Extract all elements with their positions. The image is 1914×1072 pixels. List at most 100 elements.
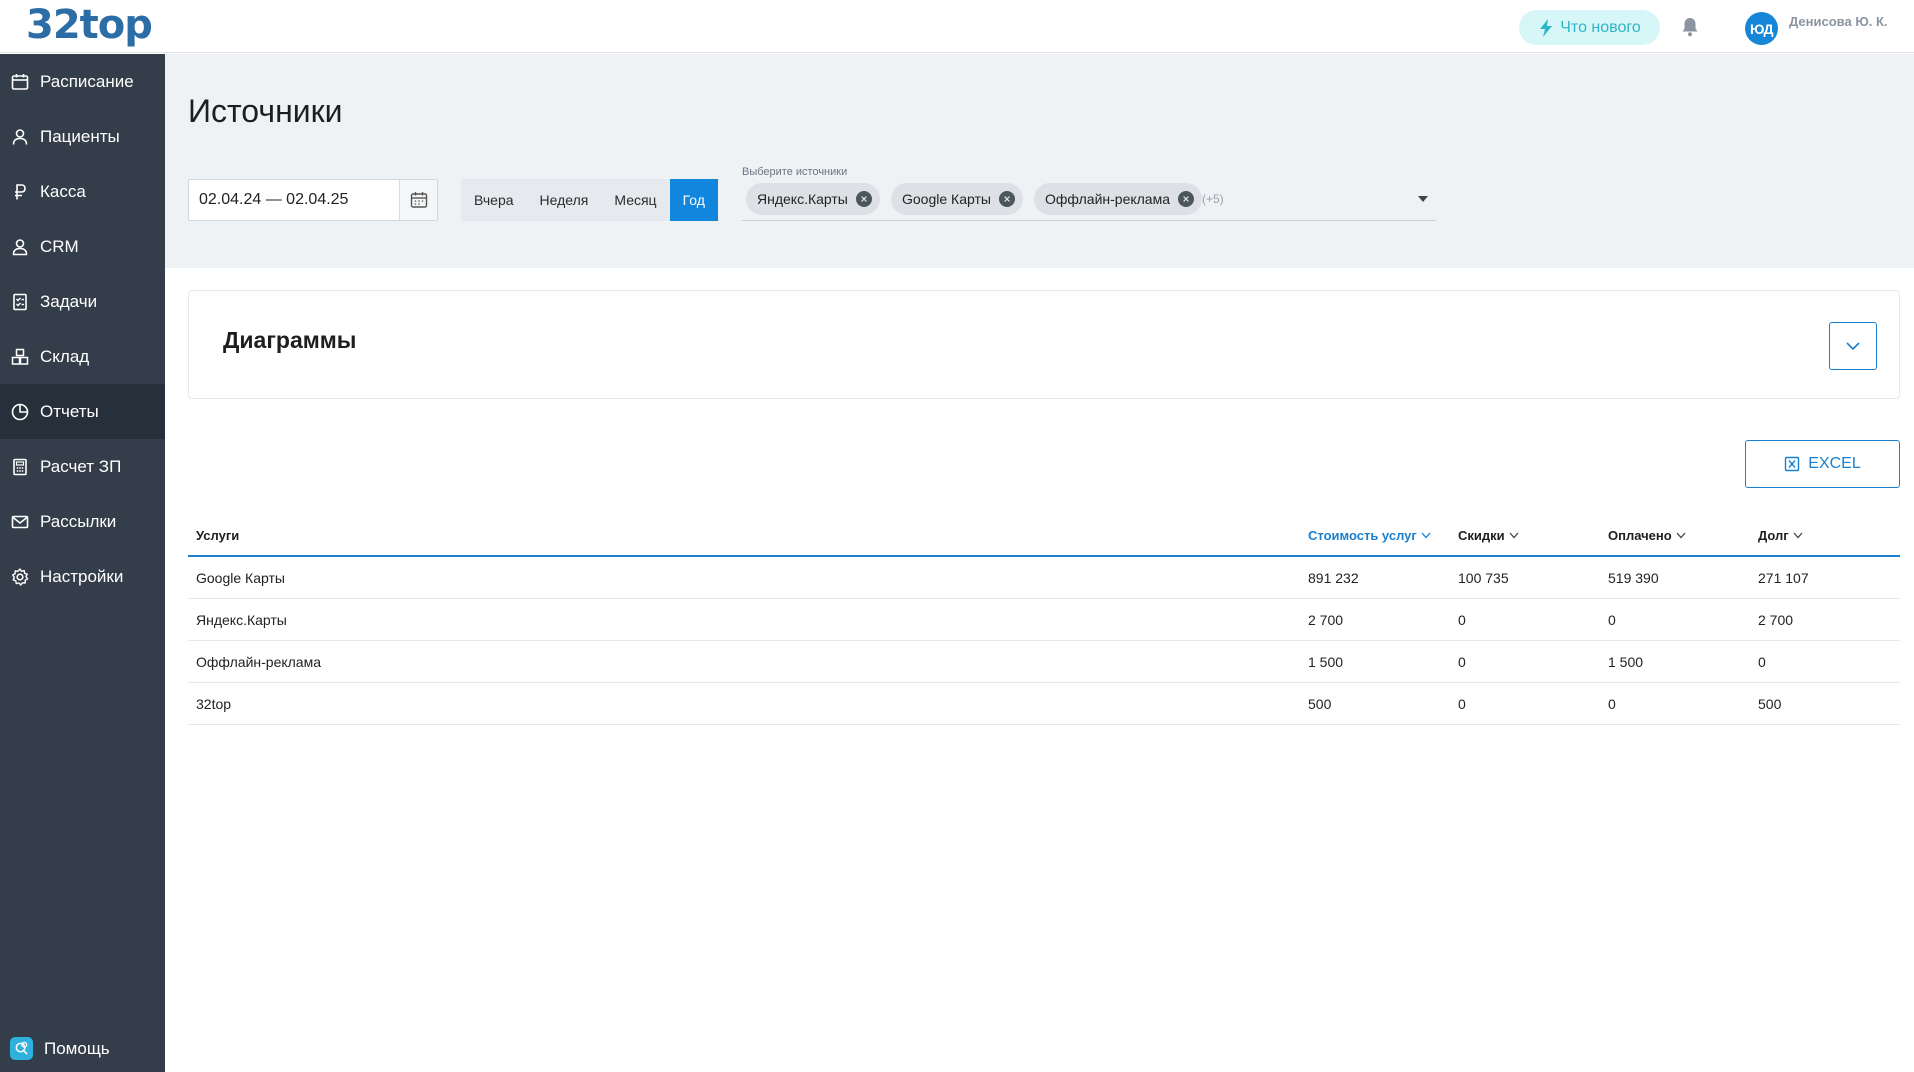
sidebar-item-warehouse[interactable]: Склад — [0, 329, 165, 384]
excel-icon — [1785, 456, 1800, 472]
table-row[interactable]: Google Карты 891 232 100 735 519 390 271… — [188, 557, 1900, 599]
table-row[interactable]: Яндекс.Карты 2 700 0 0 2 700 — [188, 599, 1900, 641]
cell-paid: 1 500 — [1608, 654, 1644, 670]
column-header-label: Скидки — [1458, 528, 1505, 543]
whats-new-button[interactable]: Что нового — [1519, 10, 1660, 45]
remove-chip-icon[interactable] — [855, 191, 872, 207]
sidebar-item-crm[interactable]: CRM — [0, 219, 165, 274]
source-chip-label: Яндекс.Карты — [757, 191, 848, 207]
pie-chart-icon — [10, 402, 30, 422]
sidebar-item-tasks[interactable]: Задачи — [0, 274, 165, 329]
date-range-value: 02.04.24 — 02.04.25 — [199, 191, 349, 208]
bell-icon[interactable] — [1679, 16, 1701, 38]
cell-debt: 0 — [1758, 654, 1766, 670]
date-range-input[interactable]: 02.04.24 — 02.04.25 — [188, 179, 438, 221]
remove-chip-icon[interactable] — [1178, 191, 1195, 207]
avatar[interactable]: ЮД — [1745, 12, 1778, 45]
source-chip-label: Google Карты — [902, 191, 991, 207]
sort-chevron-icon — [1793, 532, 1803, 539]
whats-new-label: Что нового — [1560, 18, 1641, 36]
source-chip: Яндекс.Карты — [746, 183, 880, 215]
help-chat-icon — [10, 1037, 33, 1060]
sidebar-item-label: Склад — [40, 346, 90, 366]
sidebar-item-label: Расчет ЗП — [40, 456, 122, 476]
cell-service: Оффлайн-реклама — [196, 654, 322, 670]
sidebar-item-label: CRM — [40, 236, 79, 256]
cell-discount: 0 — [1458, 654, 1466, 670]
column-header-label: Долг — [1758, 528, 1789, 543]
diagrams-title: Диаграммы — [223, 327, 357, 353]
chevron-down-icon — [1846, 342, 1860, 350]
cell-cost: 2 700 — [1308, 612, 1344, 628]
cell-discount: 100 735 — [1458, 570, 1509, 586]
cell-service: 32top — [196, 696, 232, 712]
column-header-paid[interactable]: Оплачено — [1608, 528, 1686, 543]
person-icon — [10, 127, 30, 147]
user-name[interactable]: Денисова Ю. К. — [1789, 14, 1888, 29]
column-header-debt[interactable]: Долг — [1758, 528, 1803, 543]
sidebar-item-label: Касса — [40, 181, 86, 201]
app-logo[interactable]: 32top — [26, 2, 153, 48]
sidebar-item-patients[interactable]: Пациенты — [0, 109, 165, 164]
column-header-label: Оплачено — [1608, 528, 1672, 543]
calendar-icon[interactable] — [399, 180, 437, 220]
top-bar: 32top Что нового ЮД Денисова Ю. К. — [0, 0, 1914, 53]
sidebar-item-label: Отчеты — [40, 401, 99, 421]
crm-person-icon — [10, 237, 30, 257]
cell-service: Яндекс.Карты — [196, 612, 287, 628]
sidebar-item-settings[interactable]: Настройки — [0, 549, 165, 604]
gear-icon — [10, 567, 30, 587]
table-row[interactable]: 32top 500 0 0 500 — [188, 683, 1900, 725]
diagrams-expand-button[interactable] — [1829, 322, 1877, 370]
cell-paid: 519 390 — [1608, 570, 1659, 586]
cell-discount: 0 — [1458, 612, 1466, 628]
cell-debt: 500 — [1758, 696, 1782, 712]
sort-chevron-icon — [1421, 532, 1431, 539]
column-header-cost[interactable]: Стоимость услуг — [1308, 528, 1431, 543]
sidebar-item-label: Рассылки — [40, 511, 117, 531]
source-chip-label: Оффлайн-реклама — [1045, 191, 1171, 207]
period-year-button[interactable]: Год — [669, 179, 718, 221]
help-label: Помощь — [44, 1038, 110, 1058]
source-chip: Оффлайн-реклама — [1034, 183, 1203, 215]
diagrams-card: Диаграммы — [188, 290, 1900, 399]
sources-label: Выберите источники — [742, 166, 848, 178]
sidebar: Расписание Пациенты Касса CRM Задачи Скл… — [0, 54, 165, 1072]
mail-icon — [10, 512, 30, 532]
sources-select[interactable]: Яндекс.Карты Google Карты Оффлайн-реклам… — [742, 182, 1436, 221]
help-button[interactable]: Помощь — [0, 1025, 165, 1072]
table-row[interactable]: Оффлайн-реклама 1 500 0 1 500 0 — [188, 641, 1900, 683]
source-chip: Google Карты — [891, 183, 1023, 215]
column-header-services[interactable]: Услуги — [196, 528, 239, 543]
cell-debt: 271 107 — [1758, 570, 1809, 586]
period-month-button[interactable]: Месяц — [601, 179, 669, 221]
cell-cost: 500 — [1308, 696, 1332, 712]
more-sources-count[interactable]: (+5) — [1202, 192, 1224, 206]
column-header-label: Стоимость услуг — [1308, 528, 1417, 543]
remove-chip-icon[interactable] — [998, 191, 1015, 207]
sidebar-item-cashbox[interactable]: Касса — [0, 164, 165, 219]
checklist-icon — [10, 292, 30, 312]
cell-cost: 1 500 — [1308, 654, 1344, 670]
sidebar-item-label: Задачи — [40, 291, 98, 311]
sidebar-item-label: Расписание — [40, 71, 134, 91]
period-yesterday-button[interactable]: Вчера — [461, 179, 527, 221]
table-header: Услуги Стоимость услуг Скидки Оплачено Д… — [188, 519, 1900, 557]
excel-export-button[interactable]: EXCEL — [1745, 440, 1900, 488]
calculator-icon — [10, 457, 30, 477]
sidebar-item-schedule[interactable]: Расписание — [0, 54, 165, 109]
sources-table: Услуги Стоимость услуг Скидки Оплачено Д… — [188, 519, 1900, 725]
lightning-icon — [1540, 18, 1553, 37]
sidebar-item-mailings[interactable]: Рассылки — [0, 494, 165, 549]
excel-label: EXCEL — [1808, 455, 1861, 472]
dropdown-arrow-icon[interactable] — [1418, 196, 1428, 202]
sidebar-item-salary[interactable]: Расчет ЗП — [0, 439, 165, 494]
ruble-icon — [10, 182, 30, 202]
sidebar-item-reports[interactable]: Отчеты — [0, 384, 165, 439]
period-week-button[interactable]: Неделя — [527, 179, 602, 221]
cell-discount: 0 — [1458, 696, 1466, 712]
filter-panel — [165, 54, 1914, 268]
cell-debt: 2 700 — [1758, 612, 1794, 628]
calendar-icon — [10, 72, 30, 92]
column-header-discounts[interactable]: Скидки — [1458, 528, 1519, 543]
